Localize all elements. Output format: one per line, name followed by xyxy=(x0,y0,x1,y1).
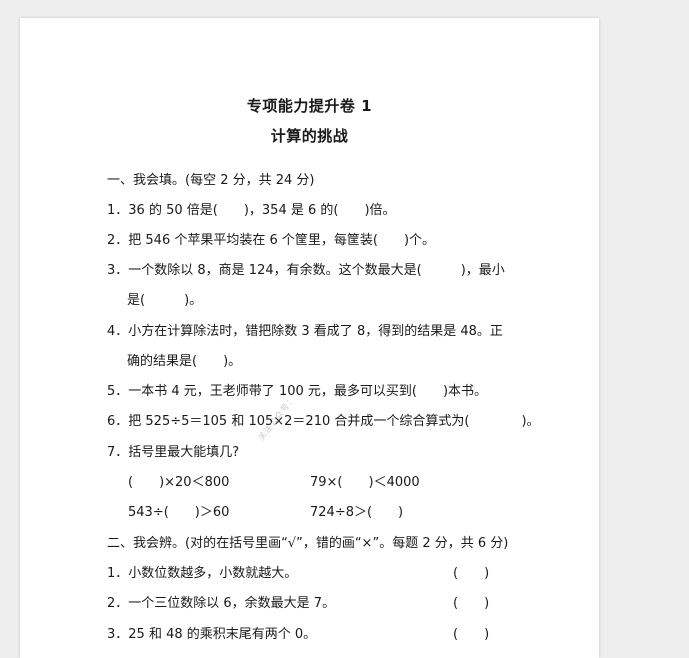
question-1-3-line1: 3．一个数除以 8，商是 124，有余数。这个数最大是( )，最小 xyxy=(107,263,505,278)
question-1-7-item: 543÷( )＞60 xyxy=(128,505,230,520)
question-1-5: 5．一本书 4 元，王老师带了 100 元，最多可以买到( )本书。 xyxy=(107,384,488,399)
question-1-7-item: 724÷8＞( ) xyxy=(310,505,404,520)
answer-parentheses: ( ) xyxy=(453,627,490,642)
document-title: 专项能力提升卷 1 xyxy=(246,97,373,115)
question-1-3-line2: 是( )。 xyxy=(127,293,203,308)
section2-heading: 二、我会辨。(对的在括号里画“√”，错的画“×”。每题 2 分，共 6 分) xyxy=(107,536,509,551)
answer-parentheses: ( ) xyxy=(453,596,490,611)
section1-heading: 一、我会填。(每空 2 分，共 24 分) xyxy=(107,173,315,188)
question-2-2: 2．一个三位数除以 6，余数最大是 7。 xyxy=(107,596,336,611)
question-1-1: 1．36 的 50 倍是( )，354 是 6 的( )倍。 xyxy=(107,203,396,218)
question-1-4-line2: 确的结果是( )。 xyxy=(127,354,242,369)
question-1-2: 2．把 546 个苹果平均装在 6 个筐里，每筐装( )个。 xyxy=(107,233,436,248)
question-2-3: 3．25 和 48 的乘积末尾有两个 0。 xyxy=(107,627,317,642)
question-1-7: 7．括号里最大能填几? xyxy=(107,445,240,460)
answer-parentheses: ( ) xyxy=(453,566,490,581)
question-1-7-item: 79×( )＜4000 xyxy=(310,475,420,490)
question-1-7-item: ( )×20＜800 xyxy=(128,475,230,490)
question-1-4-line1: 4．小方在计算除法时，错把除数 3 看成了 8，得到的结果是 48。正 xyxy=(107,324,503,339)
document-subtitle: 计算的挑战 xyxy=(270,127,349,145)
question-2-1: 1．小数位数越多，小数就越大。 xyxy=(107,566,298,581)
document-page: 专项能力提升卷 1 计算的挑战 一、我会填。(每空 2 分，共 24 分) 1．… xyxy=(20,18,599,658)
question-1-6: 6．把 525÷5＝105 和 105×2＝210 合并成一个综合算式为( )。 xyxy=(107,414,540,429)
